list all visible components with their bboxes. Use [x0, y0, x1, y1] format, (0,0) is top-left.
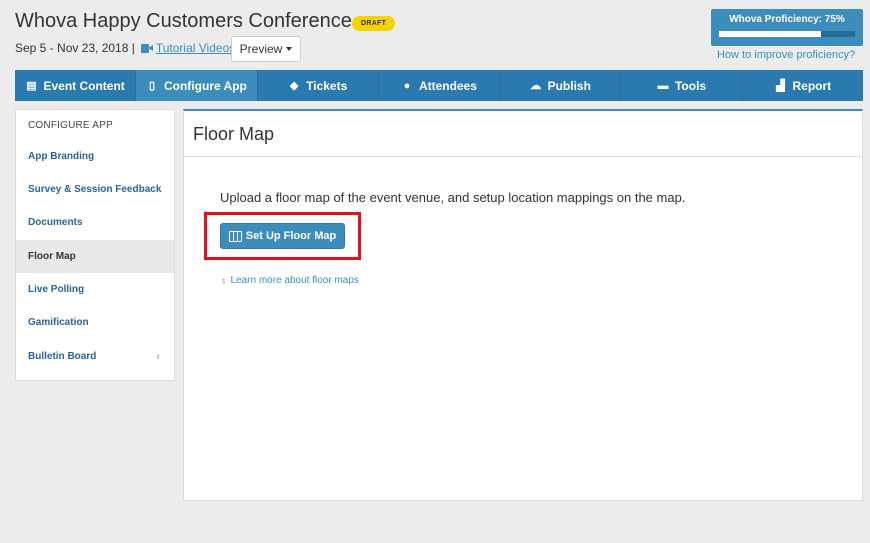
learn-more-label: Learn more about floor maps — [230, 275, 359, 286]
map-icon — [228, 230, 242, 242]
floor-map-panel: Floor Map Upload a floor map of the even… — [183, 109, 863, 501]
sidebar-item-app-branding[interactable]: App Branding — [16, 140, 174, 173]
sidebar-item-live-polling[interactable]: Live Polling — [16, 273, 174, 306]
proficiency-box[interactable]: Whova Proficiency: 75% — [711, 9, 863, 46]
nav-tab-publish[interactable]: ☁ Publish — [500, 70, 622, 101]
nav-tab-event-content[interactable]: ▤ Event Content — [15, 70, 137, 101]
nav-tab-label: Report — [792, 78, 832, 93]
main-nav: ▤ Event Content ▯ Configure App ◆ Ticket… — [15, 70, 863, 101]
nav-tab-label: Tools — [674, 78, 707, 93]
lightbulb-icon: ♀ — [220, 275, 228, 286]
sidebar-item-survey-session-feedback[interactable]: Survey & Session Feedback — [16, 173, 174, 206]
caret-down-icon — [286, 47, 293, 51]
users-icon: ● — [403, 79, 411, 92]
ticket-icon: ◆ — [289, 80, 299, 92]
nav-tab-report[interactable]: ▟ Report — [743, 70, 863, 101]
learn-more-floor-maps-link[interactable]: ♀ Learn more about floor maps — [220, 275, 359, 286]
floor-map-description: Upload a floor map of the event venue, a… — [220, 190, 686, 205]
sidebar-item-label: Documents — [28, 217, 83, 228]
nav-tab-attendees[interactable]: ● Attendees — [379, 70, 501, 101]
video-camera-icon — [140, 43, 153, 53]
sidebar-item-label: Floor Map — [28, 251, 76, 262]
set-up-floor-map-button[interactable]: Set Up Floor Map — [220, 223, 345, 249]
cloud-upload-icon: ☁ — [530, 80, 542, 92]
event-title: Whova Happy Customers Conference — [15, 10, 352, 32]
proficiency-label: Whova Proficiency: 75% — [729, 14, 845, 25]
mobile-icon: ▯ — [148, 80, 156, 92]
sidebar-item-label: Live Polling — [28, 284, 85, 295]
sidebar-item-bulletin-board[interactable]: Bulletin Board ‹ — [16, 340, 174, 373]
sidebar-heading: CONFIGURE APP — [28, 120, 113, 131]
configure-app-sidebar: CONFIGURE APP App Branding Survey & Sess… — [15, 109, 175, 381]
proficiency-progress-bar — [719, 31, 855, 37]
page-title: Floor Map — [193, 124, 275, 144]
list-icon: ▤ — [26, 80, 37, 92]
page-header: Whova Happy Customers Conference DRAFT S… — [0, 0, 870, 70]
nav-tab-configure-app[interactable]: ▯ Configure App — [136, 70, 258, 101]
chevron-left-icon: ‹ — [156, 350, 160, 363]
nav-tab-label: Tickets — [306, 78, 348, 93]
event-date-range: Sep 5 - Nov 23, 2018 | — [15, 41, 135, 55]
sidebar-item-documents[interactable]: Documents — [16, 206, 174, 239]
sidebar-item-label: Gamification — [28, 317, 89, 328]
event-meta: Sep 5 - Nov 23, 2018 | Tutorial Videos | — [15, 41, 241, 55]
improve-proficiency-link[interactable]: How to improve proficiency? — [717, 49, 855, 61]
proficiency-progress-fill — [719, 31, 821, 37]
nav-tab-label: Attendees — [418, 78, 477, 93]
preview-label: Preview — [239, 42, 283, 56]
sidebar-item-gamification[interactable]: Gamification — [16, 306, 174, 339]
tutorial-videos-link[interactable]: Tutorial Videos — [156, 41, 235, 55]
sidebar-item-floor-map[interactable]: Floor Map — [16, 240, 174, 273]
chart-icon: ▟ — [776, 80, 785, 92]
nav-tab-tools[interactable]: ▬ Tools — [621, 70, 743, 101]
sidebar-item-label: Bulletin Board — [28, 351, 97, 362]
sidebar-item-label: App Branding — [28, 151, 95, 162]
preview-dropdown-button[interactable]: Preview — [231, 36, 301, 62]
nav-tab-label: Event Content — [43, 78, 125, 93]
sidebar-item-label: Survey & Session Feedback — [28, 184, 162, 195]
set-up-floor-map-label: Set Up Floor Map — [245, 230, 337, 242]
briefcase-icon: ▬ — [657, 79, 669, 92]
nav-tab-tickets[interactable]: ◆ Tickets — [258, 70, 379, 101]
nav-tab-label: Configure App — [163, 78, 247, 93]
nav-tab-label: Publish — [547, 78, 591, 93]
draft-badge: DRAFT — [352, 16, 396, 31]
divider — [184, 156, 862, 157]
